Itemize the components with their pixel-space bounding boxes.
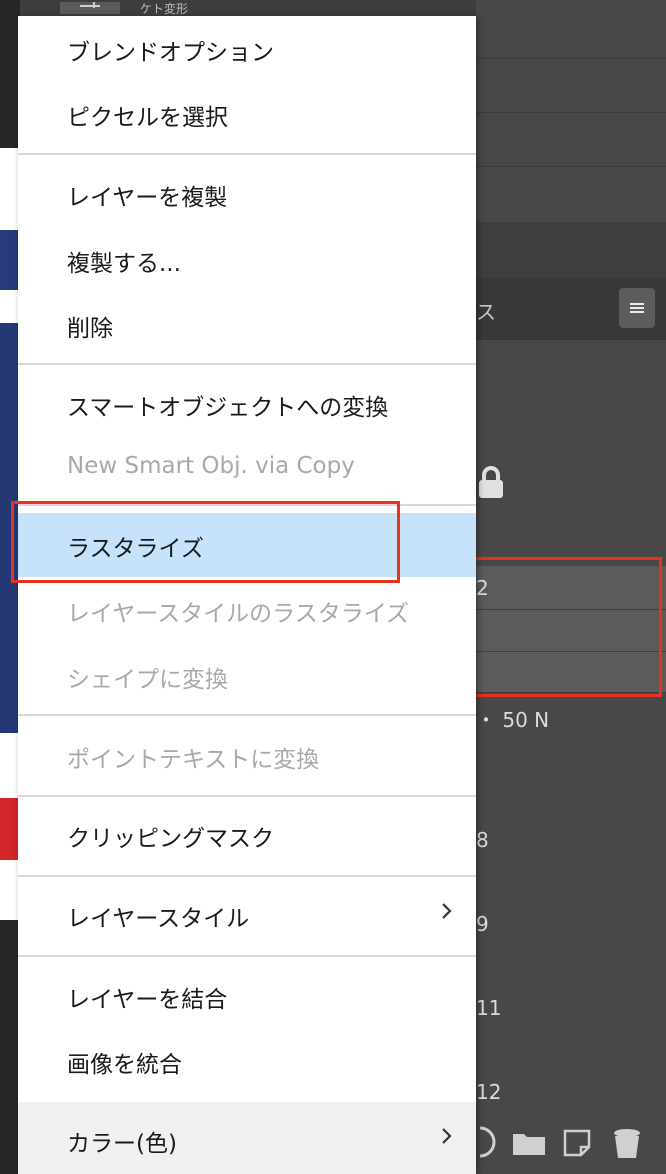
menu-separator xyxy=(18,504,476,506)
layer-row[interactable] xyxy=(476,610,666,652)
menu-item-convert-point-text: ポイントテキストに変換 xyxy=(18,727,476,783)
menu-separator xyxy=(18,955,476,957)
chevron-right-icon xyxy=(442,903,452,919)
menu-separator xyxy=(18,714,476,716)
menu-item-label: 画像を統合 xyxy=(67,1052,182,1078)
chevron-right-icon xyxy=(442,1128,452,1144)
new-layer-icon[interactable] xyxy=(562,1128,592,1158)
layer-row[interactable]: 11 xyxy=(476,994,666,1028)
menu-item-label: クリッピングマスク xyxy=(67,826,274,852)
layer-name: 11 xyxy=(476,996,502,1020)
menu-item-new-smart-obj-via-copy: New Smart Obj. via Copy xyxy=(18,440,476,496)
menu-separator xyxy=(18,875,476,877)
menu-item-flatten-image[interactable]: 画像を統合 xyxy=(18,1032,476,1088)
layer-row[interactable]: ・ 50 N xyxy=(476,700,666,736)
panel-tab-bar xyxy=(476,222,666,278)
panel-toggle-icon[interactable] xyxy=(60,2,120,14)
canvas-shape xyxy=(0,798,18,860)
menu-separator xyxy=(18,795,476,797)
folder-icon[interactable] xyxy=(512,1130,546,1156)
layer-name: 2 xyxy=(476,576,489,600)
layer-name: 12 xyxy=(476,1080,502,1104)
toolbar-title: ケト変形 xyxy=(140,2,189,16)
menu-item-rasterize[interactable]: ラスタライズ xyxy=(18,513,476,577)
menu-item-delete[interactable]: 削除 xyxy=(18,296,476,352)
layer-name: ・ 50 N xyxy=(476,708,550,732)
lock-icon[interactable] xyxy=(476,464,506,502)
menu-separator xyxy=(18,153,476,155)
menu-item-merge-layers[interactable]: レイヤーを結合 xyxy=(18,967,476,1023)
menu-item-label: レイヤースタイル xyxy=(67,906,250,932)
layers-tab[interactable]: ス xyxy=(476,296,496,325)
menu-item-label: ブレンドオプション xyxy=(67,40,274,66)
divider xyxy=(476,58,666,59)
layer-row[interactable]: 9 xyxy=(476,910,666,944)
layers-panel: ス 2 ・ 50 N 8 9 11 12 xyxy=(476,0,666,1174)
menu-item-convert-smart-object[interactable]: スマートオブジェクトへの変換 xyxy=(18,375,476,431)
menu-item-label: New Smart Obj. via Copy xyxy=(67,453,355,479)
adjustment-icon[interactable] xyxy=(476,1126,496,1158)
menu-item-rasterize-layer-style: レイヤースタイルのラスタライズ xyxy=(18,581,476,637)
menu-item-clipping-mask[interactable]: クリッピングマスク xyxy=(18,806,476,862)
context-menu: ブレンドオプション ピクセルを選択 レイヤーを複製 複製する... 削除 スマー… xyxy=(18,16,476,1174)
canvas-shape xyxy=(0,230,18,290)
layer-name: 9 xyxy=(476,912,489,936)
menu-item-label: スマートオブジェクトへの変換 xyxy=(67,395,389,421)
layers-bottom-toolbar xyxy=(476,1108,666,1174)
layer-name: 8 xyxy=(476,828,489,852)
menu-item-label: 複製する... xyxy=(67,251,181,277)
menu-item-select-pixels[interactable]: ピクセルを選択 xyxy=(18,85,476,141)
menu-separator xyxy=(18,363,476,365)
menu-item-label: 削除 xyxy=(67,316,113,342)
divider xyxy=(476,112,666,113)
canvas-shape xyxy=(0,323,18,733)
layer-row[interactable]: 8 xyxy=(476,826,666,860)
layer-row[interactable] xyxy=(476,652,666,693)
layer-row[interactable]: 12 xyxy=(476,1078,666,1112)
menu-item-color[interactable]: カラー(色) xyxy=(18,1111,476,1167)
hamburger-icon xyxy=(630,303,644,313)
menu-item-label: ラスタライズ xyxy=(67,536,204,562)
menu-item-layer-style[interactable]: レイヤースタイル xyxy=(18,886,476,942)
menu-item-blend-options[interactable]: ブレンドオプション xyxy=(18,20,476,76)
divider xyxy=(476,166,666,167)
menu-item-label: ピクセルを選択 xyxy=(67,105,228,131)
menu-item-label: シェイプに変換 xyxy=(67,667,228,693)
document-canvas[interactable] xyxy=(0,148,20,920)
panel-menu-button[interactable] xyxy=(619,288,655,328)
layer-row[interactable]: 2 xyxy=(476,566,666,610)
menu-item-convert-to-shape: シェイプに変換 xyxy=(18,647,476,703)
menu-item-label: カラー(色) xyxy=(67,1131,177,1157)
menu-item-label: レイヤースタイルのラスタライズ xyxy=(67,601,410,627)
menu-item-label: レイヤーを複製 xyxy=(67,185,228,211)
menu-item-label: ポイントテキストに変換 xyxy=(67,747,320,773)
menu-item-duplicate[interactable]: 複製する... xyxy=(18,231,476,287)
menu-item-duplicate-layer[interactable]: レイヤーを複製 xyxy=(18,165,476,221)
menu-item-label: レイヤーを結合 xyxy=(67,987,228,1013)
trash-icon[interactable] xyxy=(612,1128,642,1160)
layers-panel-header: ス xyxy=(476,278,666,340)
